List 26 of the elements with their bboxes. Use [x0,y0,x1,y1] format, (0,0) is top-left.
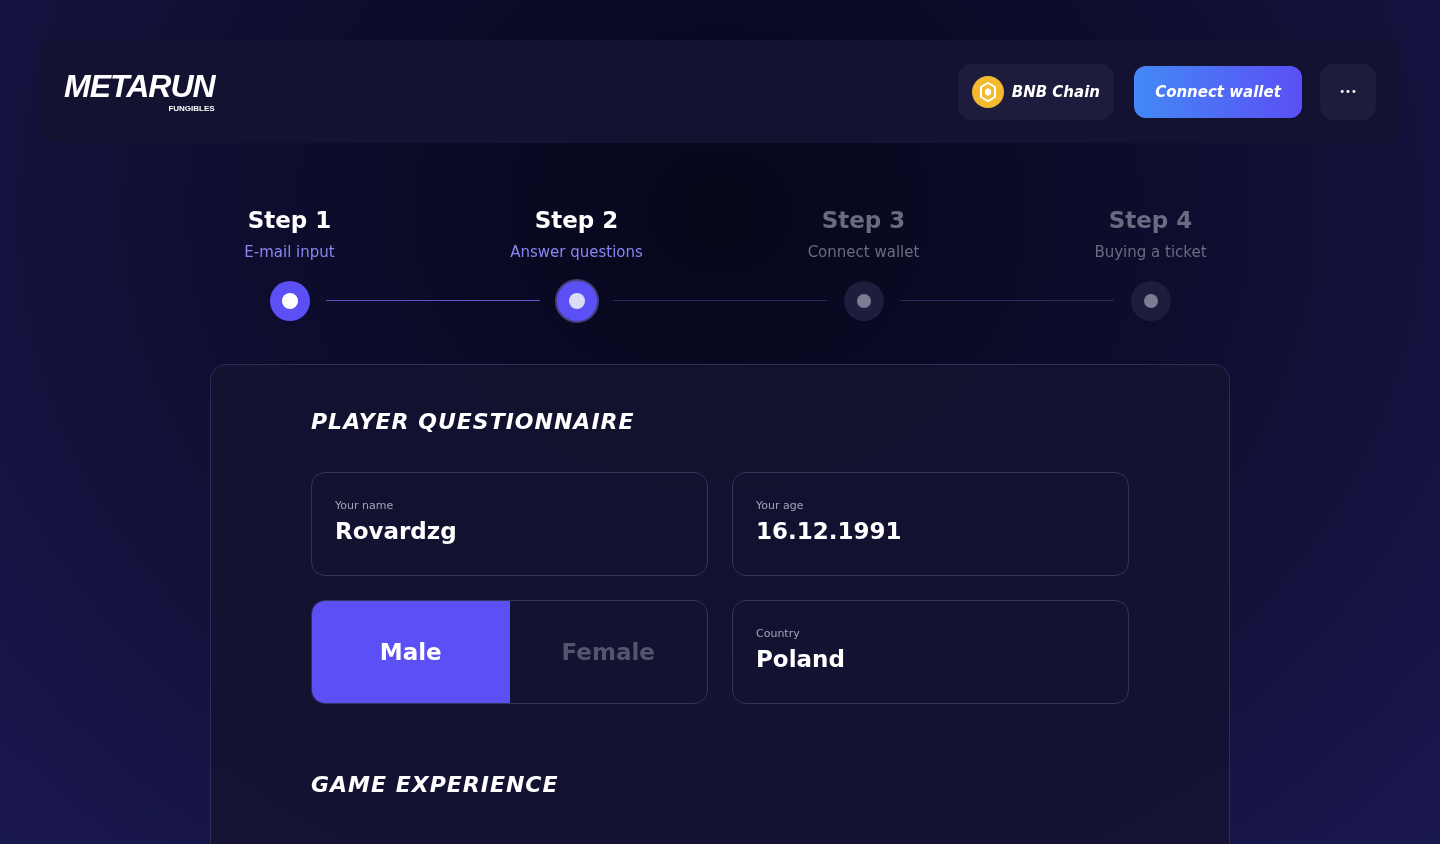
more-button[interactable]: ••• [1320,63,1376,120]
text-field[interactable]: Your name Rovardzg [311,472,708,576]
step-subtitle: Answer questions [510,243,643,261]
field-value: Rovardzg [335,518,458,544]
step-subtitle: Buying a ticket [1094,243,1207,261]
connect-wallet-button[interactable]: Connect wallet [1134,65,1302,118]
field-label: Your name [335,499,395,512]
step-title: Step 2 [534,207,619,233]
step-title: Step 1 [247,207,332,233]
field-value: Poland [756,646,846,672]
text-field[interactable]: Your age 16.12.1991 [732,472,1129,576]
logo-byline: FUNGIBLES [168,104,215,113]
logo-text: METARUN [64,70,215,102]
field-label: Your age [756,499,805,512]
step-subtitle: E-mail input [244,243,335,261]
section-title: PLAYER QUESTIONNAIRE [311,409,636,434]
field-value: 16.12.1991 [756,518,903,544]
gender-option[interactable]: Male [312,601,510,703]
text-field[interactable]: Country Poland [732,600,1129,704]
coin-icon [971,75,1004,108]
network-button[interactable]: BNB Chain [957,63,1114,120]
section-title: GAME EXPERIENCE [311,772,560,797]
step-subtitle: Connect wallet [807,243,920,261]
step-title: Step 3 [821,207,906,233]
field-label: Country [756,627,801,640]
step-title: Step 4 [1108,207,1193,233]
